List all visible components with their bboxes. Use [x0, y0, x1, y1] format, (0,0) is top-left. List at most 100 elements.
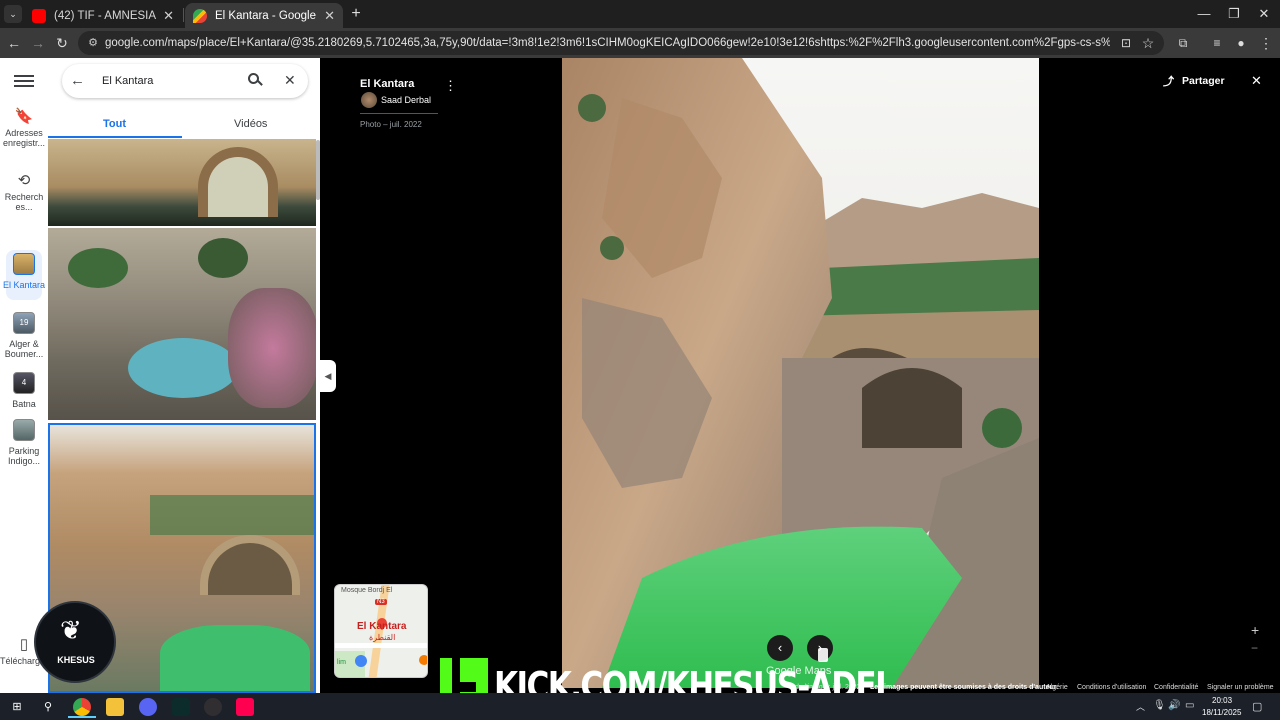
footer-report-link[interactable]: Signaler un problème: [1207, 684, 1274, 691]
tab-close-button[interactable]: ✕: [324, 8, 335, 24]
place-thumbnail: 4: [13, 372, 35, 394]
rail-item-label: Batna: [12, 399, 36, 409]
rail-item-label: Adresses enregistr...: [2, 128, 46, 148]
rail-item-label: Alger & Boumer...: [4, 339, 44, 359]
phoenix-icon: ❦: [60, 615, 82, 645]
minimap[interactable]: Mosque Bordj El N3 El Kantara القنطرة li…: [334, 584, 428, 678]
history-icon: ⟲: [17, 172, 31, 189]
tiktok-icon[interactable]: [236, 698, 254, 716]
tab-title: (42) TIF - AMNESIA (lyrics video): [54, 9, 157, 22]
extensions-icon[interactable]: ⧉: [1172, 32, 1194, 54]
volume-icon[interactable]: 🔊: [1168, 700, 1180, 711]
rail-item-saved[interactable]: 🔖 Adresses enregistr...: [0, 109, 48, 148]
author-name[interactable]: Saad Derbal: [381, 95, 431, 105]
tab-close-button[interactable]: ✕: [163, 8, 174, 24]
place-thumbnail: 19: [13, 312, 35, 334]
media-controls-icon[interactable]: ≡: [1206, 32, 1228, 54]
clock-date[interactable]: 18/11/2025: [1202, 708, 1241, 717]
author-divider: [360, 113, 438, 114]
discord-icon[interactable]: [139, 698, 157, 716]
rail-item-recent[interactable]: ⟲ Recherch es...: [0, 172, 48, 212]
share-icon: ⤴: [1163, 76, 1174, 88]
share-button[interactable]: ⤴ Partager: [1163, 73, 1225, 89]
search-icon[interactable]: [248, 73, 264, 89]
search-input[interactable]: El Kantara: [102, 75, 153, 87]
logo-caption: KHESUS: [57, 655, 95, 665]
terminal-icon[interactable]: [172, 698, 190, 716]
previous-photo-button[interactable]: ‹: [767, 635, 793, 661]
rail-item-alger[interactable]: 19 Alger & Boumer...: [0, 312, 48, 359]
url-text[interactable]: google.com/maps/place/El+Kantara/@35.218…: [105, 35, 1110, 51]
site-info-icon[interactable]: ⚙: [86, 36, 100, 50]
browser-menu-icon[interactable]: ⋮: [1255, 32, 1277, 54]
zoom-in-button[interactable]: +: [1251, 622, 1259, 638]
lock-icon: [355, 655, 367, 667]
install-app-icon[interactable]: ⊡: [1115, 32, 1137, 54]
road-badge: N3: [375, 599, 387, 605]
photo-date: Photo – juil. 2022: [360, 120, 422, 129]
browser-tab-youtube[interactable]: (42) TIF - AMNESIA (lyrics video) ✕: [24, 3, 182, 28]
viewer-more-icon[interactable]: ⋮: [444, 78, 457, 94]
viewer-right-pane: [1039, 58, 1280, 693]
viewer-place-name[interactable]: El Kantara: [360, 78, 414, 90]
network-icon[interactable]: ▭: [1185, 700, 1194, 711]
mouse-cursor: [818, 648, 828, 662]
viewer-close-button[interactable]: ✕: [1251, 73, 1262, 89]
forward-icon[interactable]: →: [27, 32, 49, 54]
back-arrow-icon[interactable]: ←: [70, 72, 85, 89]
result-photo-bridge-arch[interactable]: [48, 139, 316, 226]
place-thumbnail: [13, 253, 35, 275]
minimap-road: [335, 643, 427, 648]
youtube-icon: [32, 8, 46, 23]
chrome-icon[interactable]: [73, 698, 91, 716]
minimap-place-latin: El Kantara: [357, 621, 407, 632]
footer-country[interactable]: Algérie: [1046, 684, 1068, 691]
windows-taskbar: [0, 693, 1280, 720]
result-photo-oasis-pool[interactable]: [48, 228, 316, 420]
notifications-icon[interactable]: ▢: [1252, 700, 1262, 713]
file-explorer-icon[interactable]: [106, 698, 124, 716]
back-icon[interactable]: ←: [3, 32, 25, 54]
minimap-edge-label: lim: [337, 659, 346, 666]
panel-collapse-button[interactable]: ◀: [320, 360, 336, 392]
restore-button[interactable]: ❐: [1220, 4, 1248, 24]
windows-start-icon[interactable]: ⊞: [8, 698, 26, 716]
active-app-indicator: [68, 716, 96, 718]
google-maps-icon: [193, 8, 207, 23]
minimap-place-arabic: القنطرة: [369, 633, 396, 642]
place-thumbnail: [13, 419, 35, 441]
tab-search-button[interactable]: ⌄: [4, 5, 22, 23]
profile-icon[interactable]: ●: [1230, 32, 1252, 54]
browser-tab-strip: ⌄ (42) TIF - AMNESIA (lyrics video) ✕ El…: [0, 0, 1280, 28]
avatar[interactable]: [361, 92, 377, 108]
minimize-button[interactable]: —: [1190, 4, 1218, 24]
share-label: Partager: [1182, 75, 1225, 87]
new-tab-button[interactable]: +: [346, 4, 366, 24]
gorge-photo-illustration: [562, 58, 1039, 688]
footer-privacy-link[interactable]: Confidentialité: [1154, 684, 1198, 691]
footer-terms-link[interactable]: Conditions d'utilisation: [1077, 684, 1146, 691]
bookmark-star-icon[interactable]: ☆: [1137, 32, 1159, 54]
streamer-logo: ❦ KHESUS: [34, 601, 116, 683]
maps-menu-icon[interactable]: [14, 72, 34, 90]
obs-icon[interactable]: [204, 698, 222, 716]
tab-title: El Kantara - Google Maps: [215, 9, 318, 22]
tray-chevron-icon[interactable]: ︿: [1136, 700, 1145, 713]
window-close-button[interactable]: ✕: [1250, 4, 1278, 24]
clear-search-icon[interactable]: ✕: [284, 72, 296, 89]
rail-item-parking[interactable]: Parking Indigo...: [0, 419, 48, 466]
zoom-out-button[interactable]: −: [1251, 641, 1258, 655]
tab-all[interactable]: Tout: [103, 118, 126, 130]
main-photo[interactable]: [562, 58, 1039, 688]
search-box[interactable]: [62, 64, 308, 98]
reload-icon[interactable]: ↻: [51, 32, 73, 54]
rail-item-el-kantara[interactable]: El Kantara: [0, 253, 48, 290]
tab-videos[interactable]: Vidéos: [234, 118, 267, 130]
food-icon: [419, 655, 427, 665]
browser-tab-maps[interactable]: El Kantara - Google Maps ✕: [185, 3, 343, 28]
rail-item-batna[interactable]: 4 Batna: [0, 372, 48, 409]
clock-time[interactable]: 20:03: [1212, 696, 1232, 705]
microphone-icon[interactable]: 🎙: [1153, 700, 1166, 711]
search-icon[interactable]: ⚲: [39, 698, 57, 716]
rail-item-label: Parking Indigo...: [7, 446, 41, 466]
